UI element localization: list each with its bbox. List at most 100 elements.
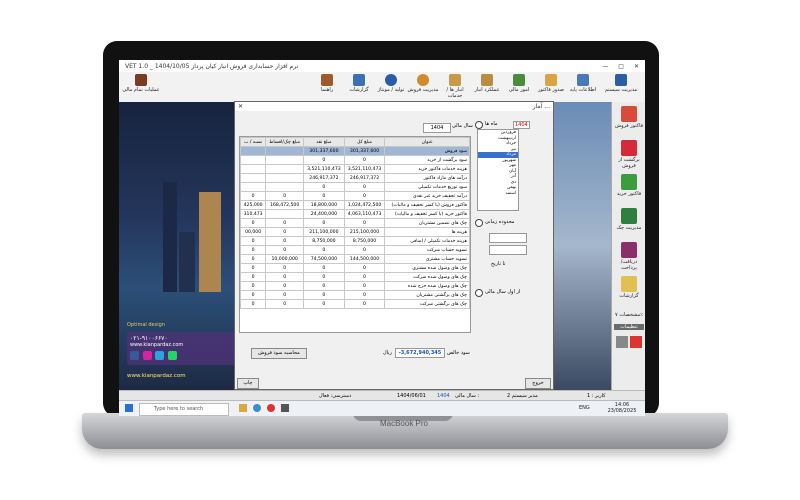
windows-start-icon[interactable] [125,404,133,412]
windows-taskbar: Type here to search ENG 14:06 23/08/2025 [119,400,645,416]
table-cell: 0 [343,218,386,228]
sidebar-tools[interactable] [614,336,644,350]
sidebar-cheque[interactable]: مدیریت چک [614,208,644,231]
dialog-close-button[interactable]: ✕ [238,103,243,110]
range-radio[interactable] [475,219,483,227]
table-cell: 8,750,000 [303,236,345,246]
sidebar-purchase-invoice[interactable]: فاکتور خرید [614,174,644,197]
table-row[interactable]: 0 0 8,750,000 8,750,000 هزینه خدمات تکمیلی /… [240,236,470,246]
table-cell: 144,500,000 [343,254,386,264]
table-row[interactable]: 246,917,372 246,917,372 درآمد های مازاد فا… [240,173,470,183]
table-cell: 0 [240,299,267,309]
toolbar-finance[interactable]: امور مالی [503,74,535,100]
footer-site[interactable]: www.kianpardaz.com [127,373,235,379]
month-item[interactable]: اسفند [478,191,518,197]
whatsapp-icon[interactable] [167,351,177,360]
table-row[interactable]: 0 0 0 0 چک های وصول شده شرکت [240,272,470,282]
toolbar-system-mgmt[interactable]: مدیریت سیستم [601,74,641,100]
file-explorer-icon[interactable] [239,404,247,412]
table-cell: چک های وصول شده شرکت [384,272,470,282]
table-cell: 8,750,000 [343,236,386,246]
table-cell: 3,521,110,473 [343,164,386,174]
telegram-icon[interactable] [155,351,165,360]
table-cell: چک های وصول شده خرج شده [384,281,470,291]
maximize-button[interactable]: □ [618,63,624,70]
table-row[interactable]: 0 0 0 0 چک های تضمین مشتریان [240,218,470,228]
sidebar-sales-return[interactable]: برگشت از فروش [614,140,644,169]
taskbar-clock[interactable]: 14:06 23/08/2025 [603,402,641,414]
table-cell: 0 [343,245,386,255]
instagram-icon[interactable] [142,351,152,360]
minimize-button[interactable]: — [602,63,608,70]
background-image [549,102,611,390]
sidebar-settings[interactable]: تنظیمات [614,324,644,330]
sidebar-receive-pay[interactable]: دریافت/پرداخت [614,242,644,271]
table-cell: تسویه حساب شرکت [384,245,470,255]
table-row[interactable]: 0 0 سود توزیع خدمات تکمیلی [240,182,470,192]
table-cell: 10,000,000 [265,254,305,264]
invoice-icon [545,74,557,86]
table-cell: 0 [303,191,345,201]
toolbar-warehouses[interactable]: انبار ها / خدمات [439,74,471,100]
cart-icon [621,140,637,156]
table-row[interactable]: 310,473 24,400,000 4,063,110,473 فاکتور خری… [240,209,470,219]
table-row[interactable]: 425,000 168,472,500 18,800,000 1,024,472,50… [240,200,470,210]
table-cell: 0 [240,263,267,273]
app-icon[interactable] [281,404,289,412]
table-row[interactable]: 00,000 0 211,100,000 215,100,000 هزینه ها [240,227,470,237]
sidebar-reports[interactable]: گزارشات [614,276,644,299]
toolbar-invoice[interactable]: صدور فاکتور [535,74,567,100]
to-date-field[interactable] [489,245,527,255]
table-cell: 0 [303,290,345,300]
facebook-icon[interactable] [130,351,139,360]
since-fiscal-radio[interactable] [475,289,483,297]
table-cell: درآمد تخفیف خرید غیر نقدی [384,191,470,201]
toolbar-help[interactable]: راهنما [311,74,343,100]
close-button[interactable]: ✕ [634,63,639,70]
fiscal-ops-button[interactable]: عملیات تمام مالی [122,74,160,100]
print-button[interactable]: چاپ [237,378,259,389]
filter-pane: ماه ها 1404 فروردین اردیبهشت خرداد تیر مرداد… [475,121,547,381]
taskbar-lang[interactable]: ENG [579,405,590,411]
chrome-icon[interactable] [267,404,275,412]
taskbar-search-input[interactable]: Type here to search [139,403,229,416]
table-cell: 74,500,000 [303,254,345,264]
months-label: ماه ها [485,121,498,127]
currency-label: ریال [383,350,392,356]
toolbar-inventory[interactable]: عملکرد انبار [471,74,503,100]
sidebar-sales-invoice[interactable]: فاکتور فروش [614,106,644,129]
toolbar-sales-mgmt[interactable]: مدیریت فروش [407,74,439,100]
edge-icon[interactable] [253,404,261,412]
fiscal-year-select[interactable]: 1404 [423,123,451,133]
table-row[interactable]: 0 0 0 0 چک های برگشتی شرکت [240,299,470,309]
table-row[interactable]: 3,521,110,473 3,521,110,473 هزینه خدمات فا… [240,164,470,174]
table-row[interactable]: 0 0 سود برگشت از خرید [240,155,470,165]
net-profit-value: -3,672,940,345 [395,348,445,358]
table-row[interactable]: 0 0 0 0 درآمد تخفیف خرید غیر نقدی [240,191,470,201]
table-row[interactable]: 0 0 0 0 تسویه حساب شرکت [240,245,470,255]
toolbar-reports[interactable]: گزارشات [343,74,375,100]
from-date-field[interactable] [489,233,527,243]
exit-button[interactable]: خروج [525,378,551,389]
toolbar-production[interactable]: تولید / مونتاژ [375,74,407,100]
calc-profit-button[interactable]: محاسبه سود فروش [251,348,307,359]
company-phone: ۰۲۱-۹۱۰۰۶۶۷۰ [130,335,168,342]
year-badge[interactable]: 1404 [513,121,530,129]
stats-dialog: ✕ آمار ... 1404 سال مالی نسبه / ب مبلغ چ… [234,101,554,390]
table-row[interactable]: 0 0 0 0 چک های وصول شده خرج شده [240,281,470,291]
status-system: مدیر سیستم 2 [507,393,538,399]
col-cheque: مبلغ چک/اقساط [265,137,305,147]
status-year-label: سال مالی : [455,393,480,399]
month-list[interactable]: فروردین اردیبهشت خرداد تیر مرداد شهریور مهر آبا… [477,129,519,211]
table-row[interactable]: 0 0 0 0 چک های برگشتی مشتریان [240,290,470,300]
table-row[interactable]: 301,337,600 301,337,600 سود فروش [240,146,470,156]
table-cell: 0 [343,155,386,165]
months-radio[interactable] [475,121,483,129]
toolbar-base-info[interactable]: اطلاعات پایه [567,74,599,100]
table-cell: 0 [265,227,305,237]
main-toolbar: عملیات تمام مالی راهنما گزارشات تولید / … [119,72,645,103]
table-row[interactable]: 0 10,000,000 74,500,000 144,500,000 تسویه حس… [240,254,470,264]
money-icon [513,74,525,86]
table-row[interactable]: 0 0 0 0 چک های وصول شده مشتری [240,263,470,273]
sidebar-specs[interactable]: مشخصات ۷٪ [614,312,644,318]
